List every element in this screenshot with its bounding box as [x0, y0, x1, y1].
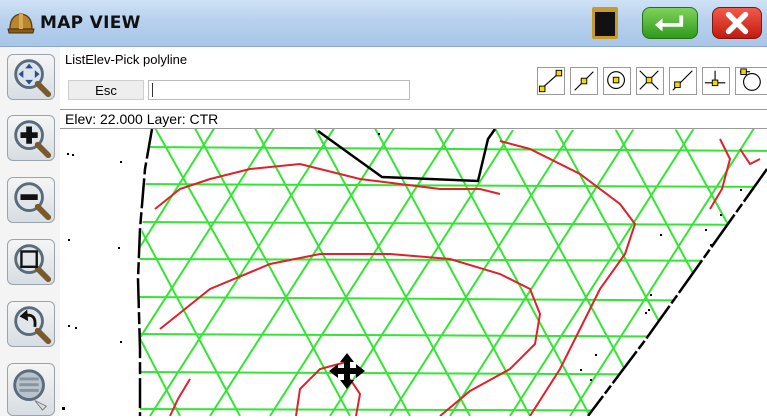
- tin-surface-drawing: [62, 129, 767, 416]
- snap-intersection-icon: [639, 70, 659, 90]
- enter-button[interactable]: [642, 7, 698, 39]
- zoom-toolbar: [0, 47, 60, 416]
- stop-button[interactable]: [592, 7, 618, 39]
- hardhat-icon: [7, 13, 35, 34]
- status-line: Elev: 22.000 Layer: CTR: [60, 109, 767, 129]
- zoom-out-icon: [14, 182, 52, 221]
- zoom-out-button[interactable]: [7, 177, 55, 223]
- zoom-extents-icon: [13, 369, 48, 411]
- snap-tangent-button[interactable]: [735, 67, 767, 95]
- map-canvas[interactable]: [60, 129, 767, 416]
- close-icon: [725, 11, 749, 35]
- zoom-in-button[interactable]: [7, 115, 55, 161]
- zoom-previous-icon: [14, 306, 52, 345]
- close-button[interactable]: [712, 7, 762, 39]
- snap-intersection-button[interactable]: [636, 67, 664, 95]
- snap-midpoint-icon: [574, 71, 594, 91]
- snap-nearest-icon: [672, 70, 693, 91]
- title-bar: MAP VIEW: [0, 0, 767, 47]
- snap-center-icon: [607, 71, 625, 89]
- tin-triangles: [138, 129, 767, 416]
- zoom-previous-button[interactable]: [7, 301, 55, 347]
- snap-perpendicular-button[interactable]: [702, 67, 730, 95]
- pan-button[interactable]: [7, 54, 55, 100]
- snap-center-button[interactable]: [603, 67, 631, 95]
- elevation-layer-readout: Elev: 22.000 Layer: CTR: [65, 111, 219, 127]
- esc-button[interactable]: Esc: [68, 80, 144, 100]
- window-title: MAP VIEW: [40, 13, 141, 33]
- zoom-window-button[interactable]: [7, 239, 55, 285]
- enter-icon: [655, 15, 684, 32]
- snap-endpoint-button[interactable]: [537, 67, 565, 95]
- command-area: ListElev-Pick polyline Esc: [60, 47, 767, 109]
- zoom-window-icon: [14, 244, 52, 283]
- snap-tangent-icon: [739, 68, 761, 91]
- pan-cursor-icon: [329, 353, 365, 389]
- zoom-in-icon: [14, 120, 52, 159]
- pan-magnifier-icon: [14, 59, 52, 98]
- command-input[interactable]: [148, 80, 410, 100]
- snap-nearest-button[interactable]: [669, 67, 697, 95]
- snap-midpoint-button[interactable]: [570, 67, 598, 95]
- zoom-extents-button[interactable]: [7, 363, 55, 416]
- snap-endpoint-icon: [538, 69, 563, 93]
- snap-perpendicular-icon: [704, 70, 726, 87]
- command-prompt: ListElev-Pick polyline: [65, 52, 188, 67]
